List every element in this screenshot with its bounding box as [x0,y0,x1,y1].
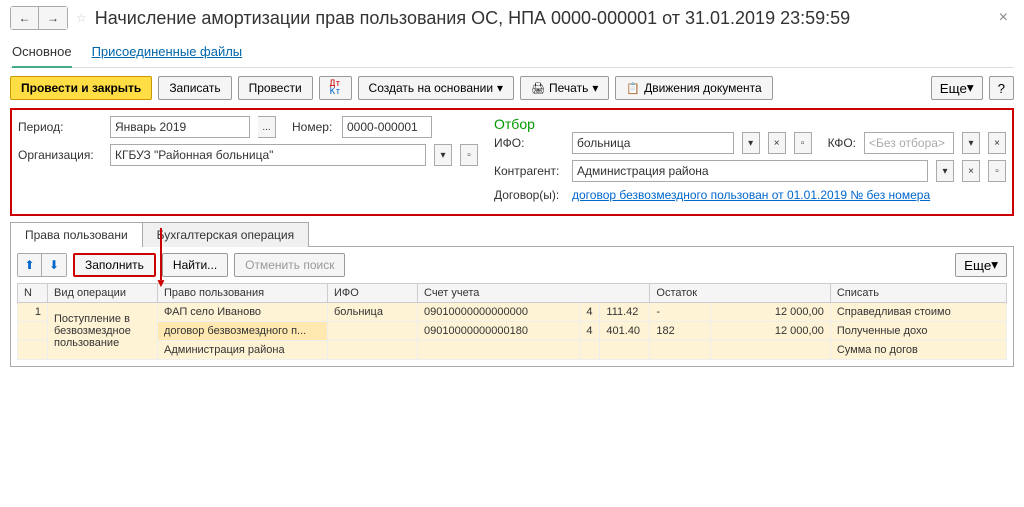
chevron-down-icon: ▾ [497,81,503,95]
ifo-label: ИФО: [494,136,564,150]
table-row[interactable]: Администрация района Сумма по догов [18,341,1007,360]
tab-rights[interactable]: Права пользовани [10,222,143,247]
annotation-arrow: ▼ [155,276,167,290]
kfo-clear-button[interactable]: × [988,132,1006,154]
move-down-button[interactable]: ⬇ [42,254,66,276]
save-button[interactable]: Записать [158,76,231,100]
number-label: Номер: [292,120,334,134]
form-panel: Период: Январь 2019 ... Номер: 0000-0000… [10,108,1014,216]
annotation-line [160,228,162,280]
org-label: Организация: [18,148,102,162]
org-dropdown-button[interactable]: ▾ [434,144,452,166]
page-title: Начисление амортизации прав пользования … [95,8,993,29]
movements-button[interactable]: Движения документа [615,76,772,100]
contracts-label: Договор(ы): [494,188,564,202]
move-buttons: ⬆ ⬇ [17,253,67,277]
contractor-open-button[interactable]: ▫ [988,160,1006,182]
favorite-icon[interactable]: ☆ [76,11,87,25]
col-ifo[interactable]: ИФО [328,284,418,303]
contracts-link[interactable]: договор безвозмездного пользован от 01.0… [572,188,930,202]
contractor-clear-button[interactable]: × [962,160,980,182]
number-input[interactable]: 0000-000001 [342,116,432,138]
col-n[interactable]: N [18,284,48,303]
nav-buttons: ← → [10,6,68,30]
chevron-down-icon: ▾ [991,257,998,273]
tab-files[interactable]: Присоединенные файлы [92,44,243,59]
help-button[interactable]: ? [989,76,1014,100]
period-picker-button[interactable]: ... [258,116,276,138]
period-label: Период: [18,120,102,134]
col-right[interactable]: Право пользования [158,284,328,303]
col-account[interactable]: Счет учета [418,284,650,303]
filter-title: Отбор [494,116,1006,132]
kfo-label: КФО: [828,136,856,150]
contractor-label: Контрагент: [494,164,564,178]
close-icon[interactable]: × [993,9,1014,27]
col-writeoff[interactable]: Списать [830,284,1006,303]
ifo-open-button[interactable]: ▫ [794,132,812,154]
create-based-button[interactable]: Создать на основании ▾ [358,76,515,100]
col-balance[interactable]: Остаток [650,284,830,303]
kfo-dropdown-button[interactable]: ▾ [962,132,980,154]
fill-button[interactable]: Заполнить [73,253,156,277]
contractor-input[interactable]: Администрация района [572,160,928,182]
post-close-button[interactable]: Провести и закрыть [10,76,152,100]
chevron-down-icon: ▾ [967,80,974,96]
contractor-dropdown-button[interactable]: ▾ [936,160,954,182]
report-icon [626,81,640,95]
tab-main[interactable]: Основное [12,44,72,68]
find-button[interactable]: Найти... [162,253,228,277]
print-button[interactable]: Печать ▾ [520,76,609,100]
org-open-button[interactable]: ▫ [460,144,478,166]
ifo-dropdown-button[interactable]: ▾ [742,132,760,154]
kfo-input[interactable]: <Без отбора> [864,132,954,154]
org-input[interactable]: КГБУЗ "Районная больница" [110,144,426,166]
col-op-type[interactable]: Вид операции [48,284,158,303]
cancel-find-button[interactable]: Отменить поиск [234,253,345,277]
chevron-down-icon: ▾ [592,81,598,95]
rights-table[interactable]: N Вид операции Право пользования ИФО Сче… [17,283,1007,360]
table-row[interactable]: 1 Поступление в безвозмездное пользовани… [18,303,1007,322]
move-up-button[interactable]: ⬆ [18,254,42,276]
post-button[interactable]: Провести [238,76,313,100]
forward-button[interactable]: → [39,7,67,29]
print-icon [531,81,545,95]
period-input[interactable]: Январь 2019 [110,116,250,138]
tab-accounting[interactable]: Бухгалтерская операция [142,222,309,247]
back-button[interactable]: ← [11,7,39,29]
table-row[interactable]: договор безвозмездного п... 090100000000… [18,322,1007,341]
dk-button[interactable]: ДтКт [319,76,352,100]
ifo-clear-button[interactable]: × [768,132,786,154]
more-button[interactable]: Еще ▾ [931,76,983,100]
ifo-input[interactable]: больница [572,132,734,154]
table-more-button[interactable]: Еще ▾ [955,253,1007,277]
